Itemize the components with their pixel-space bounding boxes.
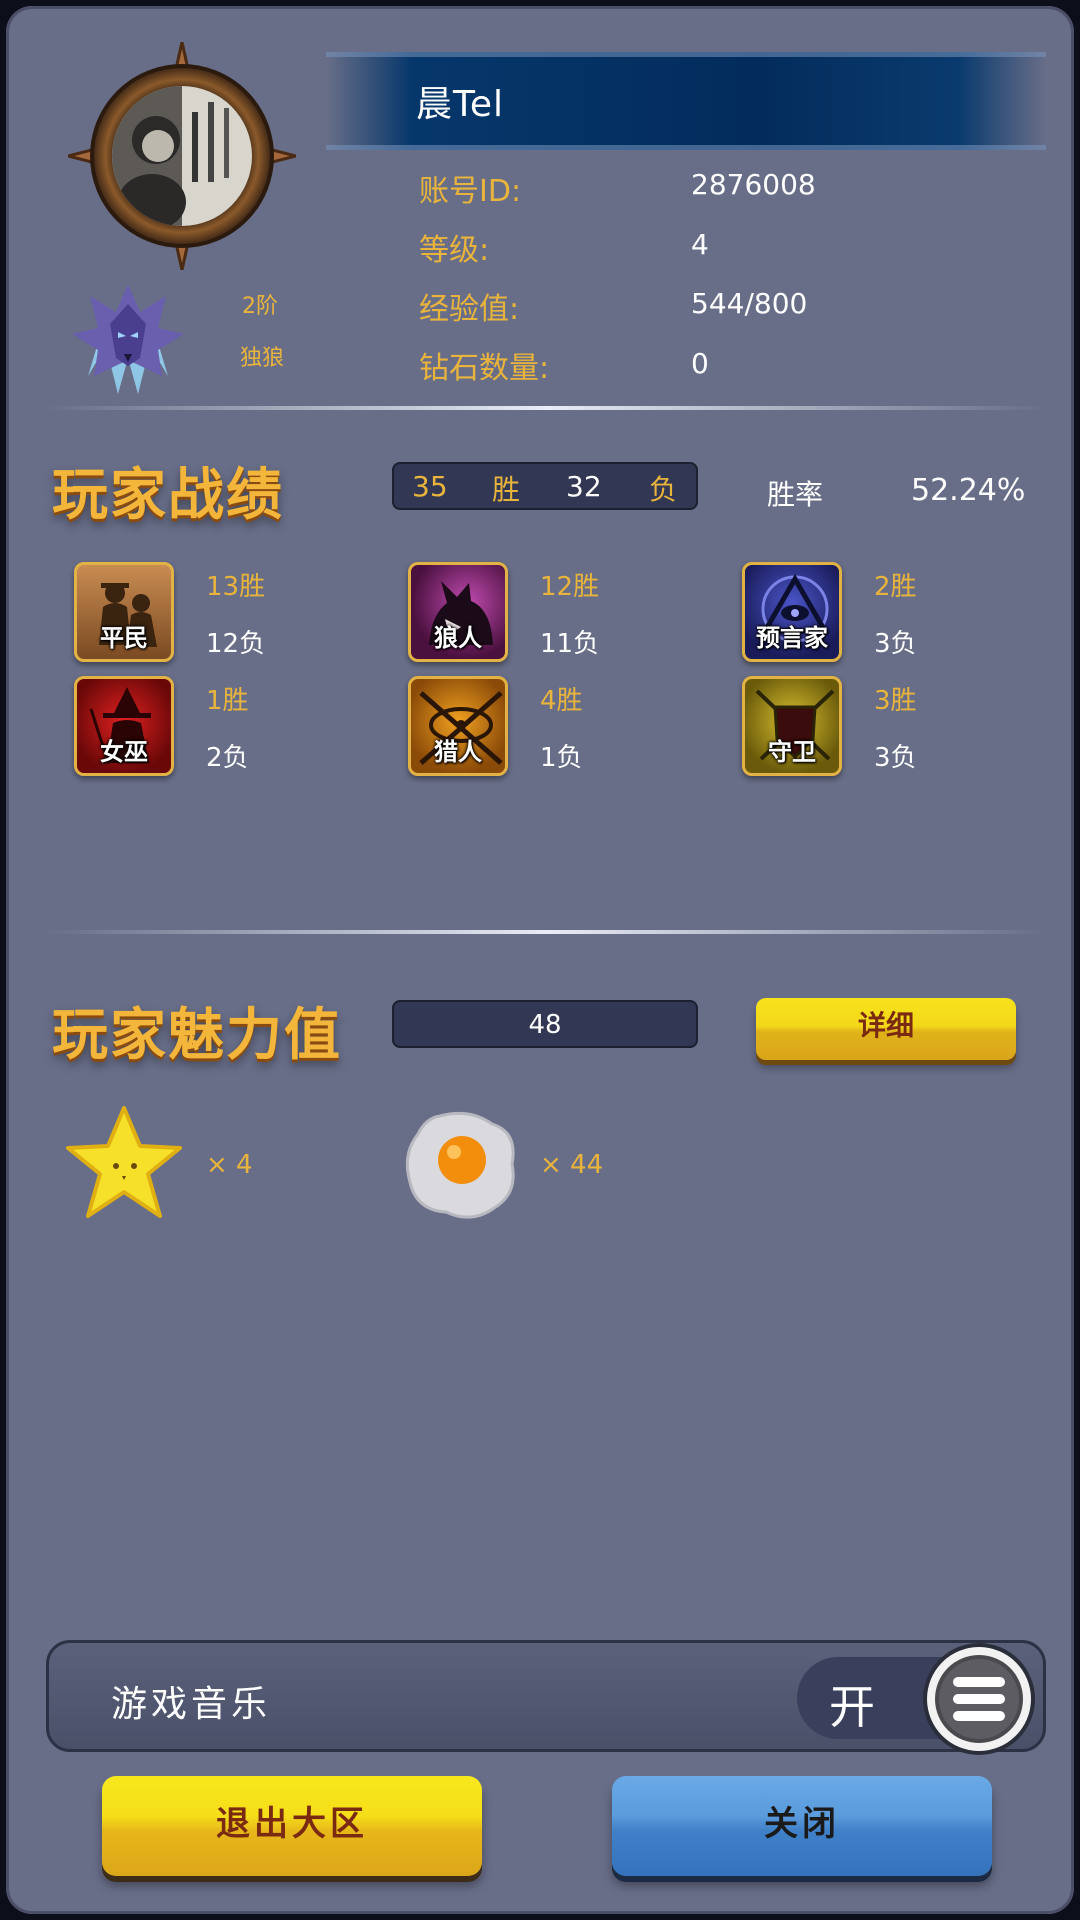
account-id-value: 2876008 (691, 168, 816, 201)
record-summary: 35 胜 32 负 (392, 462, 698, 510)
role-losses: 3负 (874, 743, 917, 773)
role-wins: 12胜 (540, 572, 600, 602)
rank-title: 独狼 (240, 346, 285, 371)
total-wins: 35 (412, 470, 448, 503)
role-losses: 3负 (874, 629, 917, 659)
role-name: 守卫 (768, 738, 816, 766)
level-label: 等级: (419, 233, 490, 268)
role-guard: 守卫 (742, 676, 842, 776)
menu-icon[interactable] (919, 1639, 1039, 1759)
role-seer: 预言家 (742, 562, 842, 662)
total-losses: 32 (566, 470, 602, 503)
role-losses: 2负 (206, 743, 249, 773)
profile-panel: 晨Tel 账号ID: 2876008 等级: 4 经验值: 544/800 钻石… (6, 6, 1074, 1914)
music-toggle[interactable]: 开 (797, 1643, 1035, 1755)
role-losses: 11负 (540, 629, 600, 659)
gift-count: × 44 (540, 1150, 604, 1180)
role-name: 预言家 (756, 624, 828, 652)
star-icon (66, 1106, 182, 1218)
win-rate-label: 胜率 (767, 478, 824, 511)
role-wins: 1胜 (206, 686, 249, 716)
record-title: 玩家战绩 (52, 462, 284, 528)
toggle-state: 开 (829, 1680, 875, 1734)
exp-label: 经验值: (419, 292, 520, 327)
exp-value: 544/800 (691, 287, 808, 320)
diamond-label: 钻石数量: (419, 351, 550, 386)
close-button[interactable]: 关闭 (612, 1776, 992, 1876)
losses-label: 负 (649, 473, 678, 506)
music-setting-row: 游戏音乐 开 (46, 1640, 1046, 1755)
name-banner: 晨Tel (326, 52, 1046, 150)
role-name: 狼人 (434, 624, 482, 652)
charm-value: 48 (528, 1010, 562, 1040)
role-wins: 13胜 (206, 572, 266, 602)
exit-region-button[interactable]: 退出大区 (102, 1776, 482, 1876)
charm-value-box: 48 (392, 1000, 698, 1048)
role-wins: 2胜 (874, 572, 917, 602)
avatar[interactable] (68, 42, 296, 270)
role-wins: 3胜 (874, 686, 917, 716)
role-name: 平民 (100, 624, 148, 652)
level-value: 4 (691, 228, 709, 261)
egg-icon (405, 1111, 515, 1219)
music-label: 游戏音乐 (111, 1684, 272, 1725)
wolf-rank-badge-icon (72, 284, 184, 394)
role-werewolf: 狼人 (408, 562, 508, 662)
diamond-value: 0 (691, 347, 709, 380)
wins-label: 胜 (492, 473, 521, 506)
account-id-label: 账号ID: (419, 174, 522, 209)
win-rate-value: 52.24% (911, 473, 1026, 508)
role-name: 女巫 (100, 738, 148, 766)
charm-title: 玩家魅力值 (52, 1002, 342, 1068)
role-losses: 1负 (540, 743, 583, 773)
detail-button[interactable]: 详细 (756, 998, 1016, 1060)
role-hunter: 猎人 (408, 676, 508, 776)
divider (46, 930, 1046, 934)
role-villager: 平民 (74, 562, 174, 662)
role-witch: 女巫 (74, 676, 174, 776)
role-name: 猎人 (434, 738, 482, 766)
role-losses: 12负 (206, 629, 266, 659)
gift-count: × 4 (206, 1150, 253, 1180)
role-wins: 4胜 (540, 686, 583, 716)
rank-tier: 2阶 (242, 294, 278, 319)
player-name: 晨Tel (416, 84, 505, 125)
divider (46, 406, 1046, 410)
